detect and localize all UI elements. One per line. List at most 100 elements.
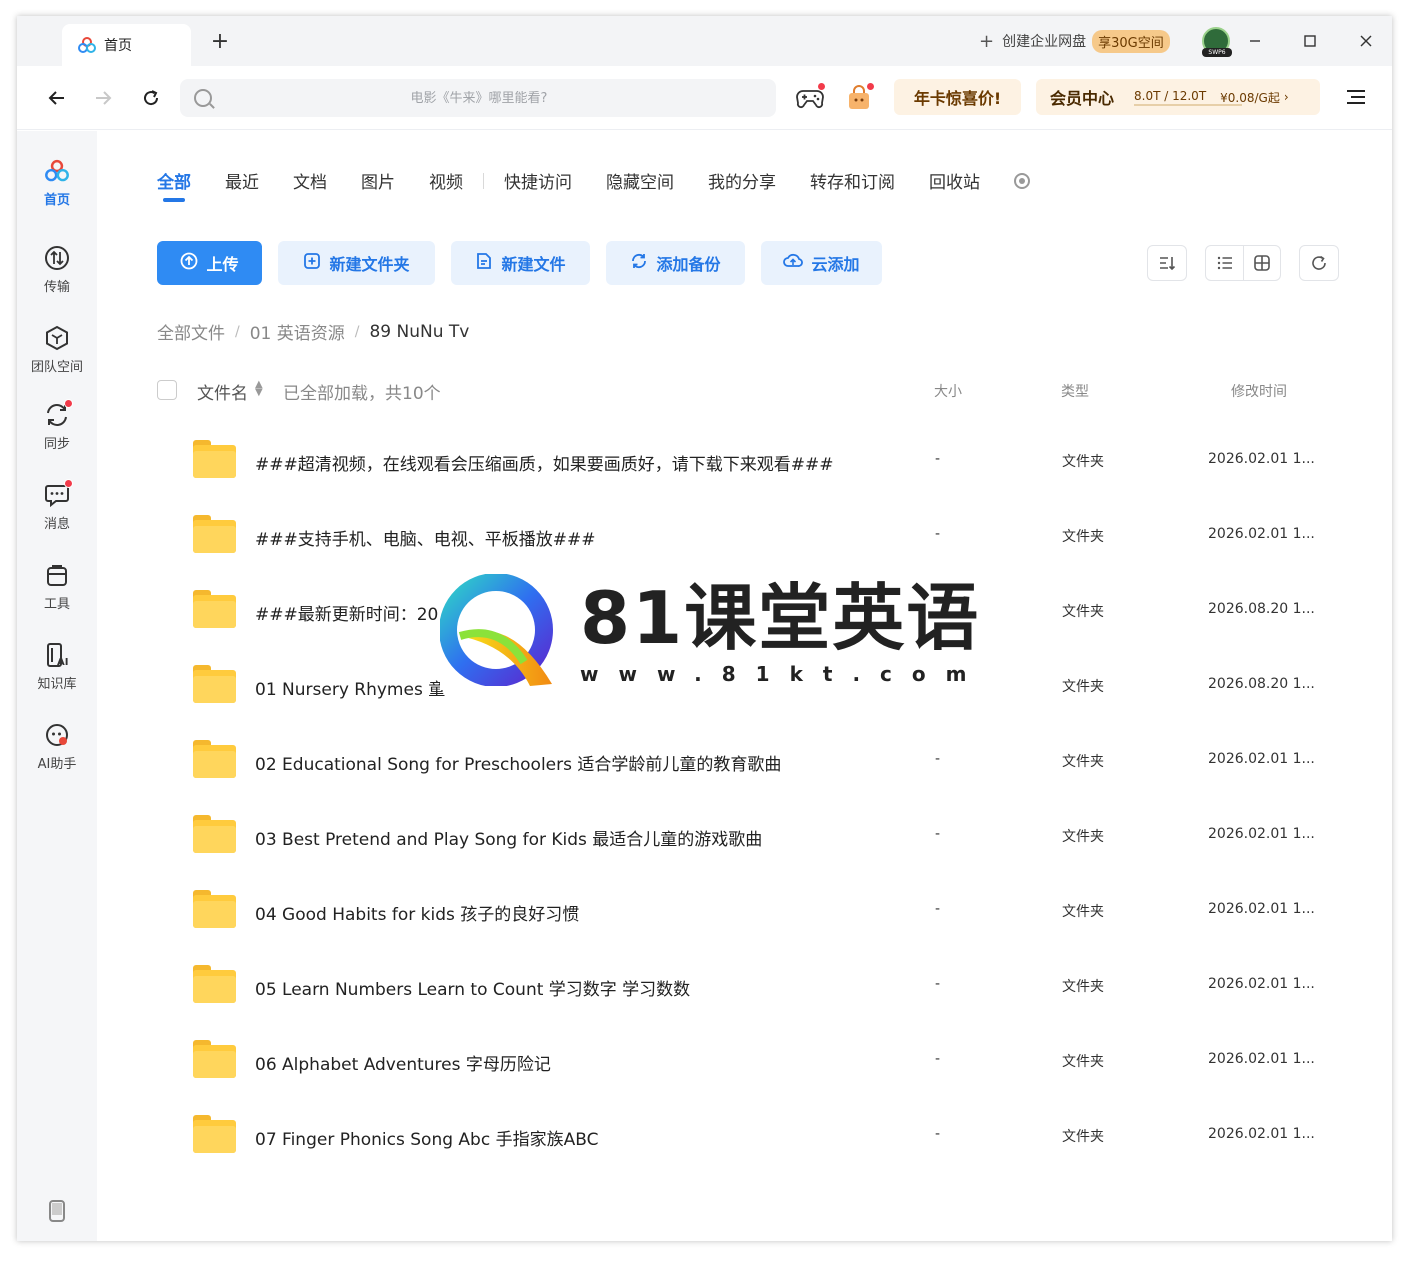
tab-hidden-space[interactable]: 隐藏空间 bbox=[606, 168, 674, 193]
grid-view-button[interactable] bbox=[1243, 246, 1280, 280]
sidebar-item-knowledge-base[interactable]: AI 知识库 bbox=[17, 641, 97, 705]
refresh-icon bbox=[1312, 255, 1326, 270]
sidebar-item-label: 知识库 bbox=[37, 677, 77, 692]
breadcrumb-separator: / bbox=[354, 323, 360, 340]
menu-icon-line bbox=[1351, 96, 1365, 98]
maximize-icon[interactable] bbox=[1297, 28, 1323, 54]
vip-center-button[interactable]: 会员中心 8.0T / 12.0T ¥0.08/G起 › bbox=[1036, 79, 1320, 115]
file-type: 文件夹 bbox=[1062, 904, 1104, 920]
sort-icon bbox=[1160, 257, 1176, 271]
list-view-button[interactable] bbox=[1206, 246, 1243, 280]
storage-quota: 8.0T / 12.0T bbox=[1134, 89, 1243, 106]
cloud-add-button[interactable]: 云添加 bbox=[761, 241, 882, 285]
tab-home[interactable]: 首页 bbox=[62, 24, 191, 66]
file-type: 文件夹 bbox=[1062, 679, 1104, 695]
upload-button[interactable]: 上传 bbox=[157, 241, 262, 285]
sidebar-item-messages[interactable]: 消息 bbox=[17, 479, 97, 545]
eye-icon[interactable] bbox=[1014, 172, 1030, 189]
search-bar[interactable] bbox=[180, 79, 776, 117]
tab-documents[interactable]: 文档 bbox=[293, 168, 327, 193]
sidebar-item-label: 同步 bbox=[43, 437, 70, 452]
upload-label: 上传 bbox=[206, 255, 239, 274]
table-row[interactable]: 03 Best Pretend and Play Song for Kids 最… bbox=[97, 798, 1392, 873]
backup-icon bbox=[630, 252, 648, 274]
sidebar-item-tools[interactable]: 工具 bbox=[17, 561, 97, 625]
file-size: - bbox=[935, 451, 941, 467]
column-header-name[interactable]: 文件名 bbox=[197, 379, 248, 404]
file-name[interactable]: 02 Educational Song for Preschoolers 适合学… bbox=[255, 750, 781, 775]
sort-button[interactable] bbox=[1147, 245, 1187, 281]
gift-bag-button[interactable] bbox=[843, 82, 875, 114]
tab-images[interactable]: 图片 bbox=[361, 168, 395, 193]
column-header-type[interactable]: 类型 bbox=[1061, 381, 1089, 401]
sidebar-item-ai-assistant[interactable]: AI助手 bbox=[17, 721, 97, 785]
select-all-checkbox[interactable] bbox=[157, 380, 177, 400]
file-name[interactable]: 01 Nursery Rhymes 童 bbox=[255, 675, 445, 700]
baidu-netdisk-logo-icon bbox=[78, 37, 96, 53]
file-size: - bbox=[935, 826, 941, 842]
back-button[interactable] bbox=[43, 84, 71, 112]
file-modified-time: 2026.02.01 1... bbox=[1208, 1126, 1315, 1142]
new-folder-button[interactable]: 新建文件夹 bbox=[278, 241, 435, 285]
breadcrumb-item[interactable]: 01 英语资源 bbox=[250, 319, 345, 344]
new-tab-button[interactable]: + bbox=[207, 28, 233, 54]
avatar[interactable]: SWP6 bbox=[1202, 27, 1232, 57]
sidebar-item-sync[interactable]: 同步 bbox=[17, 399, 97, 465]
mobile-device-button[interactable] bbox=[47, 1199, 67, 1223]
sort-arrows-icon[interactable]: ▲ ▼ bbox=[255, 380, 263, 398]
plus-icon: + bbox=[979, 30, 995, 52]
file-modified-time: 2026.02.01 1... bbox=[1208, 1051, 1315, 1067]
new-file-button[interactable]: 新建文件 bbox=[451, 241, 590, 285]
close-icon[interactable] bbox=[1353, 28, 1379, 54]
sidebar-item-label: 团队空间 bbox=[30, 360, 83, 375]
breadcrumb-item[interactable]: 全部文件 bbox=[157, 319, 225, 344]
file-name[interactable]: 04 Good Habits for kids 孩子的良好习惯 bbox=[255, 900, 579, 925]
tab-saved-and-subscriptions[interactable]: 转存和订阅 bbox=[810, 168, 895, 193]
knowledge-base-icon: AI bbox=[43, 641, 71, 669]
sidebar-item-home[interactable]: 首页 bbox=[17, 157, 97, 221]
reload-list-button[interactable] bbox=[1299, 245, 1339, 281]
file-name[interactable]: 07 Finger Phonics Song Abc 手指家族ABC bbox=[255, 1125, 598, 1150]
upload-icon bbox=[180, 252, 198, 274]
add-backup-button[interactable]: 添加备份 bbox=[606, 241, 745, 285]
file-name[interactable]: ###最新更新时间：20 bbox=[255, 600, 438, 625]
tab-quick-access[interactable]: 快捷访问 bbox=[504, 168, 572, 193]
sidebar-item-transfer[interactable]: 传输 bbox=[17, 244, 97, 308]
column-header-size[interactable]: 大小 bbox=[934, 381, 962, 401]
forward-button[interactable] bbox=[89, 84, 117, 112]
table-row[interactable]: 05 Learn Numbers Learn to Count 学习数字 学习数… bbox=[97, 948, 1392, 1023]
column-header-modified-time[interactable]: 修改时间 bbox=[1231, 381, 1287, 401]
tab-recent[interactable]: 最近 bbox=[225, 168, 259, 193]
sidebar-item-team-space[interactable]: 团队空间 bbox=[17, 324, 97, 388]
file-name[interactable]: ###超清视频，在线观看会压缩画质，如果要画质好，请下载下来观看### bbox=[255, 450, 833, 475]
file-name[interactable]: 03 Best Pretend and Play Song for Kids 最… bbox=[255, 825, 762, 850]
vip-center-label: 会员中心 bbox=[1050, 89, 1115, 108]
annual-card-promo-button[interactable]: 年卡惊喜价! bbox=[894, 79, 1021, 115]
table-row[interactable]: ###支持手机、电脑、电视、平板播放### - 文件夹 2026.02.01 1… bbox=[97, 498, 1392, 573]
game-center-button[interactable] bbox=[794, 82, 826, 114]
category-tabs: 全部 最近 文档 图片 视频 快捷访问 隐藏空间 我的分享 转存和订阅 回收站 bbox=[157, 168, 1030, 202]
file-name[interactable]: 06 Alphabet Adventures 字母历险记 bbox=[255, 1050, 551, 1075]
file-size: - bbox=[935, 976, 941, 992]
folder-icon bbox=[193, 1115, 236, 1153]
refresh-button[interactable] bbox=[137, 84, 165, 112]
table-row[interactable]: 06 Alphabet Adventures 字母历险记 - 文件夹 2026.… bbox=[97, 1023, 1392, 1098]
main-menu-button[interactable] bbox=[1342, 84, 1368, 110]
table-row[interactable]: 04 Good Habits for kids 孩子的良好习惯 - 文件夹 20… bbox=[97, 873, 1392, 948]
table-row[interactable]: 02 Educational Song for Preschoolers 适合学… bbox=[97, 723, 1392, 798]
file-name[interactable]: 05 Learn Numbers Learn to Count 学习数字 学习数… bbox=[255, 975, 690, 1000]
tab-my-shares[interactable]: 我的分享 bbox=[708, 168, 776, 193]
minimize-icon[interactable] bbox=[1242, 28, 1268, 54]
table-row[interactable]: 07 Finger Phonics Song Abc 手指家族ABC - 文件夹… bbox=[97, 1098, 1392, 1173]
search-input[interactable] bbox=[212, 90, 746, 106]
tab-videos[interactable]: 视频 bbox=[429, 168, 463, 193]
create-enterprise-button[interactable]: + 创建企业网盘 享30G空间 bbox=[979, 29, 1170, 53]
tab-all[interactable]: 全部 bbox=[157, 168, 191, 202]
watermark-url: www.81kt.com bbox=[580, 662, 987, 686]
title-bar: 首页 + + 创建企业网盘 享30G空间 SWP6 bbox=[17, 16, 1392, 66]
tab-recycle-bin[interactable]: 回收站 bbox=[929, 168, 980, 193]
file-name[interactable]: ###支持手机、电脑、电视、平板播放### bbox=[255, 525, 595, 550]
notification-dot bbox=[817, 82, 826, 91]
view-tools bbox=[1147, 245, 1357, 281]
table-row[interactable]: ###超清视频，在线观看会压缩画质，如果要画质好，请下载下来观看### - 文件… bbox=[97, 423, 1392, 498]
